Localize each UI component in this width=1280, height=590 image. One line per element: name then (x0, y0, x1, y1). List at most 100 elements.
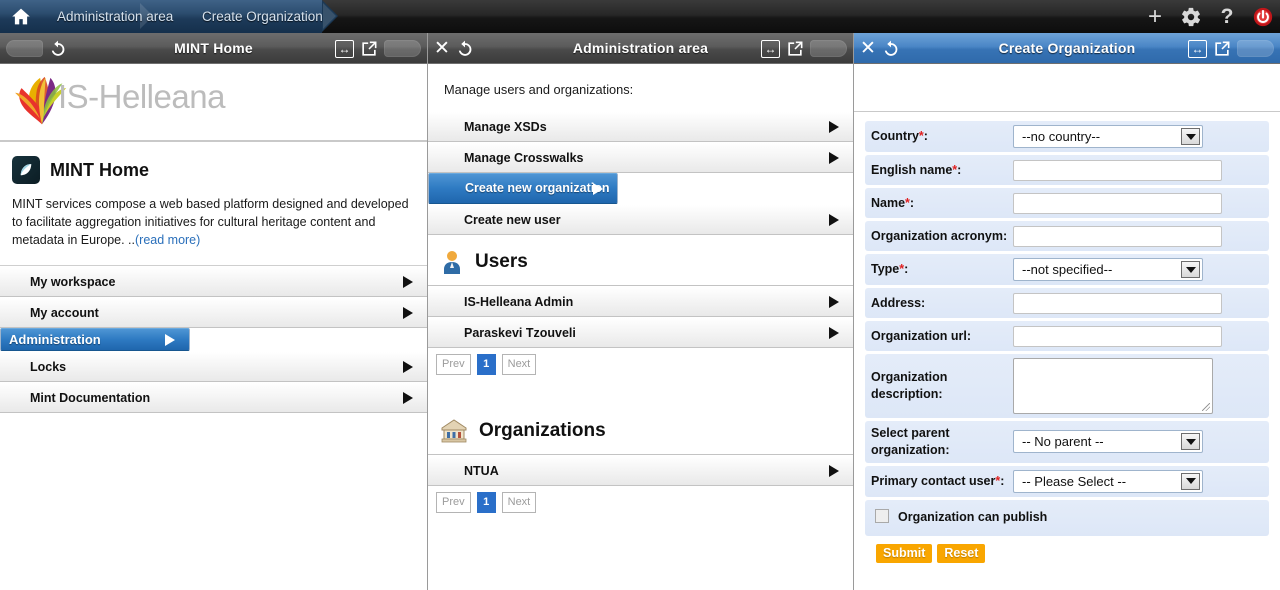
select-type[interactable]: --not specified-- (1013, 258, 1203, 281)
form-label-text: English name (871, 162, 953, 177)
panel-left-pill-right (384, 40, 421, 57)
input-organization-acronym[interactable] (1013, 225, 1222, 247)
users-pagination-prev-button[interactable]: Prev (436, 354, 471, 375)
chevron-right-icon (829, 326, 839, 339)
chevron-down-icon[interactable] (1181, 261, 1200, 278)
form-label-suffix: : (904, 262, 909, 277)
form-label-address: Address: (871, 295, 1013, 312)
add-icon[interactable]: + (1144, 4, 1166, 28)
form-row-organization-can-publish: Organization can publish (865, 499, 1269, 536)
home-title-row: MINT Home (12, 156, 415, 184)
help-icon[interactable]: ? (1216, 5, 1238, 28)
resize-icon[interactable]: ↔ (1188, 39, 1207, 58)
form-control-wrap: --no country-- (1013, 125, 1263, 148)
chevron-right-icon (403, 275, 413, 288)
form-label-text: Organization acronym (871, 228, 1003, 243)
select-select-parent-organization[interactable]: -- No parent -- (1013, 430, 1203, 454)
brand-logo-area: IS-Helleana (0, 64, 427, 142)
form-row-address: Address: (865, 288, 1269, 318)
form-row-name: Name*: (865, 188, 1269, 218)
select-primary-contact-user[interactable]: -- Please Select -- (1013, 469, 1203, 493)
sidebar-item-label: Mint Documentation (30, 391, 151, 406)
checkbox-label: Organization can publish (898, 509, 1048, 524)
breadcrumb-item-administration-area[interactable]: Administration area (57, 0, 173, 33)
sidebar-item-mint-documentation[interactable]: Mint Documentation (0, 382, 427, 414)
chevron-down-icon[interactable] (1181, 128, 1200, 145)
create-organization-form: Country*: --no country-- English name*: Nam… (854, 112, 1280, 563)
popout-icon[interactable] (359, 39, 379, 59)
admin-action-create-new-organization[interactable]: Create new organization (428, 173, 618, 204)
submit-button[interactable]: Submit (876, 543, 933, 563)
form-label-suffix: : (966, 328, 972, 343)
form-label-select-parent-organization: Select parent organization: (871, 425, 1013, 459)
read-more-link[interactable]: (read more) (135, 233, 200, 247)
admin-action-label: Manage Crosswalks (464, 151, 584, 165)
panel-left-header: MINT Home ↔ (0, 33, 427, 64)
breadcrumb-item-create-organization[interactable]: Create Organization (202, 0, 323, 33)
chevron-down-icon[interactable] (1181, 472, 1200, 490)
brand-name: IS-Helleana (58, 78, 225, 115)
panel-right-header: ✕ Create Organization ↔ (854, 33, 1280, 64)
input-organization-url[interactable] (1013, 325, 1222, 347)
select-country[interactable]: --no country-- (1013, 125, 1203, 148)
user-list-item[interactable]: IS-Helleana Admin (428, 286, 853, 317)
form-control-wrap: -- Please Select -- (1013, 469, 1263, 493)
chevron-right-icon (829, 295, 839, 308)
chevron-right-icon (403, 391, 413, 404)
admin-action-label: Manage XSDs (464, 120, 547, 134)
form-label-suffix: : (921, 295, 926, 310)
select-value: -- Please Select -- (1022, 473, 1127, 489)
sidebar-item-my-workspace[interactable]: My workspace (0, 266, 427, 298)
form-control-wrap: --not specified-- (1013, 258, 1263, 281)
form-label-suffix: : (1000, 473, 1005, 488)
sidebar-item-administration[interactable]: Administration (0, 328, 190, 352)
organizations-pagination-page-1-button[interactable]: 1 (476, 492, 496, 513)
form-row-organization-acronym: Organization acronym: (865, 221, 1269, 251)
input-name[interactable] (1013, 192, 1222, 214)
form-label-type: Type*: (871, 261, 1013, 278)
panel-mid-header: ✕ Administration area ↔ (428, 33, 853, 64)
popout-icon[interactable] (1212, 39, 1232, 59)
textarea-organization-description[interactable] (1013, 358, 1213, 414)
organizations-pagination-next-button[interactable]: Next (501, 492, 537, 513)
select-value: -- No parent -- (1022, 434, 1104, 450)
form-row-select-parent-organization: Select parent organization: -- No parent … (865, 421, 1269, 463)
form-label-organization-description: Organization description: (871, 369, 1013, 403)
select-value: --not specified-- (1022, 262, 1113, 277)
input-address[interactable] (1013, 292, 1222, 314)
reset-button[interactable]: Reset (937, 543, 986, 563)
resize-icon[interactable]: ↔ (761, 39, 780, 58)
organizations-list: NTUA (428, 455, 853, 486)
resize-icon[interactable]: ↔ (335, 39, 354, 58)
settings-gear-icon[interactable] (1180, 6, 1202, 28)
popout-icon[interactable] (785, 39, 805, 59)
panel-right-header-right: ↔ (1188, 33, 1274, 64)
admin-action-create-new-user[interactable]: Create new user (428, 204, 853, 235)
admin-action-manage-xsds[interactable]: Manage XSDs (428, 111, 853, 142)
organization-list-item-label: NTUA (464, 464, 499, 478)
checkbox-organization-can-publish[interactable] (875, 508, 889, 523)
form-control-wrap: -- No parent -- (1013, 430, 1263, 454)
select-value: --no country-- (1022, 129, 1101, 144)
panel-mid-header-right: ↔ (761, 33, 847, 64)
home-icon[interactable] (10, 6, 32, 27)
form-label-text: Address (871, 295, 922, 310)
organization-list-item[interactable]: NTUA (428, 455, 853, 486)
input-english-name[interactable] (1013, 159, 1222, 181)
sidebar-item-locks[interactable]: Locks (0, 351, 427, 383)
user-list-item[interactable]: Paraskevi Tzouveli (428, 317, 853, 348)
chevron-right-icon (165, 333, 175, 346)
users-pagination-next-button[interactable]: Next (501, 354, 537, 375)
chevron-down-icon[interactable] (1181, 433, 1200, 451)
admin-action-manage-crosswalks[interactable]: Manage Crosswalks (428, 142, 853, 173)
form-label-text: Organization url (871, 328, 967, 343)
home-intro-block: MINT Home MINT services compose a web ba… (0, 142, 427, 267)
form-label-text: Country (871, 129, 919, 144)
power-icon[interactable] (1252, 6, 1274, 28)
form-label-suffix: : (945, 442, 950, 457)
users-pagination-page-1-button[interactable]: 1 (476, 354, 496, 375)
user-list-item-label: IS-Helleana Admin (464, 295, 574, 309)
admin-action-list: Manage XSDs Manage Crosswalks Create new o… (428, 111, 853, 235)
organizations-pagination-prev-button[interactable]: Prev (436, 492, 471, 513)
form-row-organization-description: Organization description: (865, 354, 1269, 418)
